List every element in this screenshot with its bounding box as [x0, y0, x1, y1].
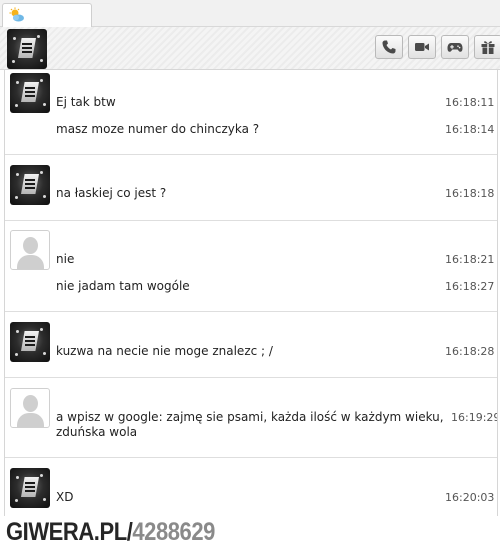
message-group: Ej tak btw 16:18:11 masz moze numer do c…: [5, 70, 497, 154]
chat-toolbar: [0, 27, 500, 70]
sender-avatar[interactable]: [10, 230, 50, 270]
message-text: Ej tak btw: [56, 95, 116, 109]
sun-cloud-icon: [9, 7, 24, 22]
gift-button[interactable]: [474, 35, 500, 59]
message-group: nie 16:18:21 nie jadam tam wogóle 16:18:…: [5, 221, 497, 311]
message-time: 16:18:21: [445, 253, 495, 266]
gamepad-icon: [447, 43, 463, 52]
video-camera-icon: [415, 43, 429, 51]
message-text: kuzwa na necie nie moge znalezc ; /: [56, 344, 273, 358]
message-text: a wpisz w google: zajmę sie psami, każda…: [56, 410, 444, 439]
message-text: XD: [56, 490, 74, 504]
message-group: a wpisz w google: zajmę sie psami, każda…: [5, 378, 497, 457]
game-button[interactable]: [441, 35, 469, 59]
watermark-id: 4288629: [132, 518, 215, 546]
tab-bar: [0, 0, 500, 27]
message-time: 16:19:29: [451, 411, 498, 424]
sender-avatar[interactable]: [10, 165, 50, 205]
message-time: 16:18:14: [445, 123, 495, 136]
sender-avatar[interactable]: [10, 468, 50, 508]
message-time: 16:18:27: [445, 280, 495, 293]
message-list[interactable]: Ej tak btw 16:18:11 masz moze numer do c…: [4, 70, 498, 516]
watermark-site: GIWERA.PL/: [6, 518, 133, 546]
sender-avatar[interactable]: [10, 322, 50, 362]
chat-tab[interactable]: [2, 3, 92, 27]
message-text: nie: [56, 252, 75, 266]
message-text: masz moze numer do chinczyka ?: [56, 122, 260, 136]
sender-avatar[interactable]: [10, 73, 50, 113]
call-button[interactable]: [375, 35, 403, 59]
site-watermark: GIWERA.PL/4288629: [6, 517, 215, 547]
message-time: 16:18:28: [445, 345, 495, 358]
message-time: 16:20:03: [445, 491, 495, 504]
gift-icon: [481, 41, 495, 54]
video-call-button[interactable]: [408, 35, 436, 59]
message-time: 16:18:18: [445, 187, 495, 200]
message-group: na łaskiej co jest ? 16:18:18: [5, 155, 497, 220]
message-text: na łaskiej co jest ?: [56, 186, 167, 200]
phone-icon: [382, 40, 396, 54]
message-group: kuzwa na necie nie moge znalezc ; / 16:1…: [5, 312, 497, 377]
contact-avatar[interactable]: [7, 29, 47, 69]
message-group: XD 16:20:03: [5, 458, 497, 516]
sender-avatar[interactable]: [10, 388, 50, 428]
message-time: 16:18:11: [445, 96, 495, 109]
message-text: nie jadam tam wogóle: [56, 279, 190, 293]
